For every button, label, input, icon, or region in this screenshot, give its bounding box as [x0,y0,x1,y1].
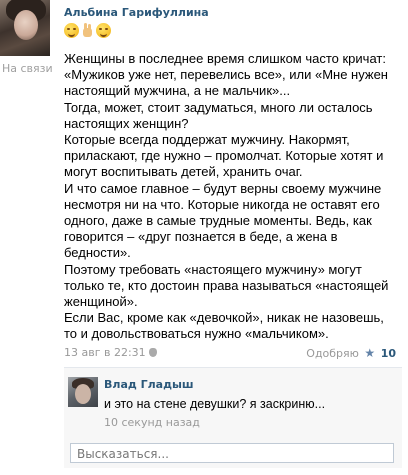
like-count[interactable]: 10 [381,347,396,360]
relieved-face-icon [64,22,79,38]
post-date[interactable]: 13 авг в 22:31 [64,346,157,359]
post-paragraph: Если Вас, кроме как «девочкой», никак не… [64,310,384,342]
apple-icon [148,348,157,357]
post-body: Женщины в последнее время слишком часто … [64,51,400,343]
reply-input[interactable]: Высказаться... [70,443,394,463]
commenter-avatar-face [75,384,91,404]
author-avatar[interactable] [0,0,50,56]
post-date-text[interactable]: 13 авг в 22:31 [64,346,146,359]
comment-text: и это на стене девушки? я заскриню... [104,397,326,411]
post-paragraph: И что самое главное – будут верны своему… [64,180,382,261]
status-emojis [64,22,111,38]
post-meta: 13 авг в 22:31 Одобряю ★ 10 [64,344,400,362]
comment-author-name[interactable]: Влад Гладыш [104,378,194,391]
commenter-avatar[interactable] [68,377,98,407]
victory-hand-icon [81,22,94,38]
online-status: На связи [2,62,53,75]
star-icon[interactable]: ★ [364,346,375,360]
post-paragraph: Женщины в последнее время слишком часто … [64,51,388,99]
post-author-name[interactable]: Альбина Гарифуллина [64,6,209,19]
comments-section: Влад Гладыш и это на стене девушки? я за… [64,367,402,468]
like-button[interactable]: Одобряю ★ 10 [306,346,396,360]
avatar-face [14,10,38,40]
post-paragraph: Поэтому требовать «настоящего мужчину» м… [64,261,389,310]
post-paragraph: Которые всегда поддержат мужчину. Накорм… [64,132,384,180]
comment-time[interactable]: 10 секунд назад [104,416,200,429]
post-paragraph: Тогда, может, стоит задуматься, много ли… [64,99,373,131]
smiling-face-icon [96,22,111,38]
like-label[interactable]: Одобряю [306,347,359,360]
